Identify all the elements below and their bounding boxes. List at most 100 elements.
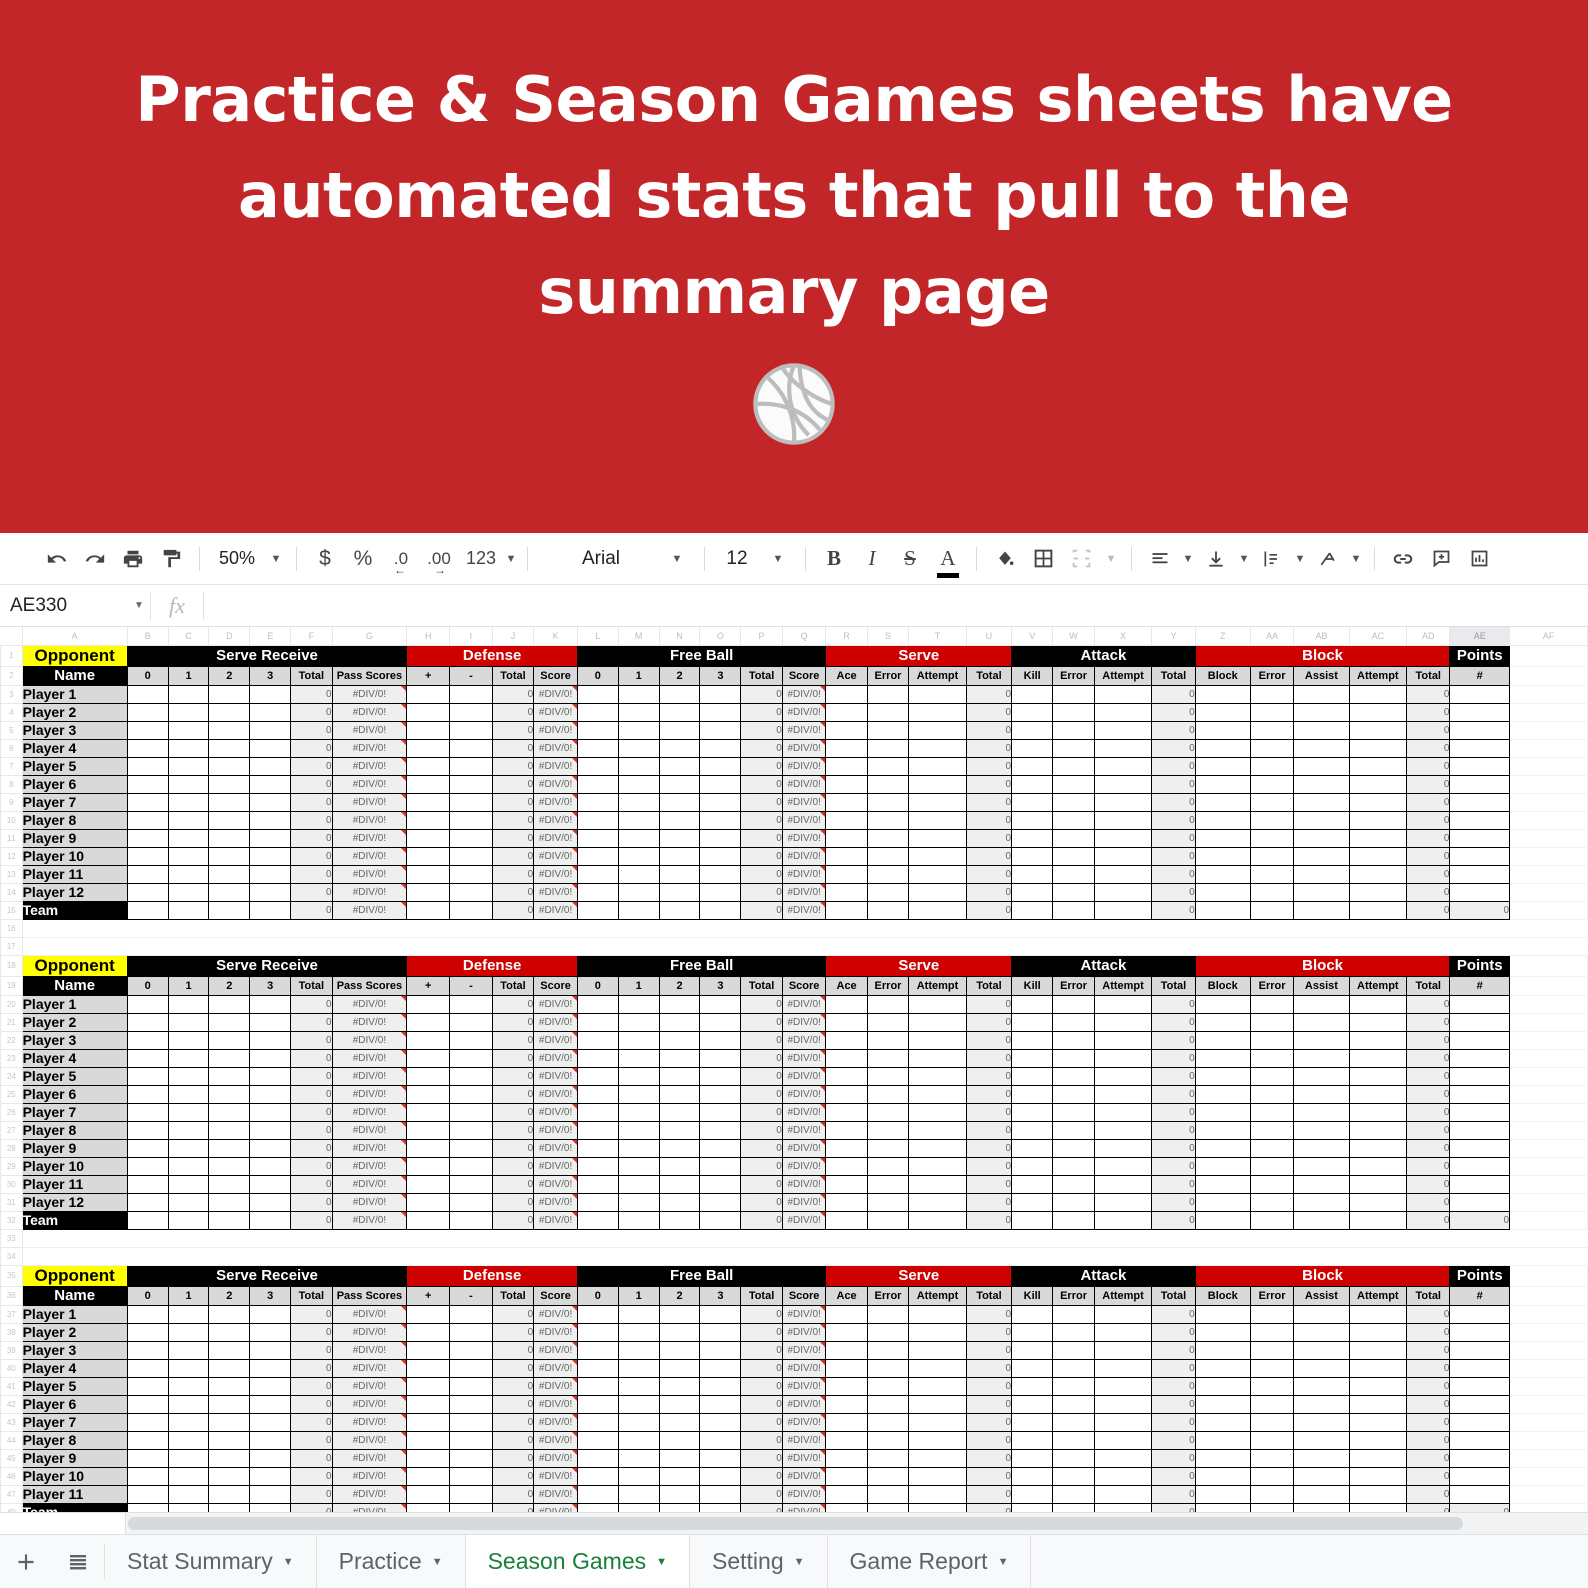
input-cell[interactable] — [866, 882, 910, 902]
input-cell[interactable] — [699, 864, 742, 884]
error-cell[interactable]: #DIV/0! — [781, 1322, 827, 1342]
sub-header-cell[interactable]: Total — [1406, 665, 1451, 686]
increase-decimal-button[interactable]: .00 → — [420, 542, 458, 577]
sub-header-cell[interactable]: 2 — [658, 665, 701, 686]
sub-header-cell[interactable]: Error — [1052, 665, 1095, 686]
input-cell[interactable] — [825, 1448, 868, 1468]
player-name-cell[interactable]: Player 9 — [21, 1448, 128, 1468]
input-cell[interactable] — [658, 756, 701, 776]
input-cell[interactable] — [1249, 1376, 1295, 1396]
input-cell[interactable] — [208, 1376, 251, 1396]
input-cell[interactable] — [825, 994, 868, 1014]
input-cell[interactable] — [699, 1210, 742, 1230]
empty-cell[interactable] — [1509, 937, 1588, 956]
sub-header-cell[interactable]: Kill — [1011, 665, 1054, 686]
row-header-34[interactable]: 34 — [0, 1246, 23, 1266]
total-cell[interactable]: 0 — [491, 720, 535, 740]
sub-header-cell[interactable]: 0 — [126, 975, 169, 996]
input-cell[interactable] — [658, 864, 701, 884]
input-cell[interactable] — [1194, 792, 1251, 812]
input-cell[interactable] — [1052, 1084, 1095, 1104]
points-cell[interactable] — [1449, 810, 1511, 830]
input-cell[interactable] — [658, 1412, 701, 1432]
sub-header-cell[interactable]: Total — [740, 975, 783, 996]
input-cell[interactable] — [126, 828, 169, 848]
input-cell[interactable] — [406, 792, 451, 812]
error-cell[interactable]: #DIV/0! — [533, 994, 578, 1014]
input-cell[interactable] — [825, 702, 868, 722]
column-header-AD[interactable]: AD — [1406, 627, 1451, 646]
empty-cell[interactable] — [1011, 1247, 1053, 1266]
sub-header-cell[interactable]: Assist — [1293, 975, 1350, 996]
total-cell[interactable]: 0 — [1151, 1466, 1196, 1486]
input-cell[interactable] — [1011, 1412, 1054, 1432]
total-cell[interactable]: 0 — [965, 1066, 1013, 1086]
input-cell[interactable] — [449, 1394, 493, 1414]
input-cell[interactable] — [167, 684, 210, 704]
input-cell[interactable] — [449, 1430, 493, 1450]
cell-outside-range[interactable] — [1509, 1211, 1588, 1230]
input-cell[interactable] — [1348, 1394, 1408, 1414]
input-cell[interactable] — [1093, 1030, 1153, 1050]
error-cell[interactable]: #DIV/0! — [331, 1138, 408, 1158]
total-cell[interactable]: 0 — [491, 1502, 535, 1512]
error-cell[interactable]: #DIV/0! — [331, 1084, 408, 1104]
input-cell[interactable] — [449, 1048, 493, 1068]
points-cell[interactable] — [1449, 864, 1511, 884]
input-cell[interactable] — [1293, 864, 1350, 884]
error-cell[interactable]: #DIV/0! — [331, 756, 408, 776]
player-name-cell[interactable]: Player 6 — [21, 1394, 128, 1414]
chevron-down-icon[interactable]: ▼ — [1347, 542, 1365, 576]
column-header-S[interactable]: S — [866, 627, 910, 646]
column-header-E[interactable]: E — [249, 627, 292, 646]
player-name-cell[interactable]: Player 12 — [21, 882, 128, 902]
input-cell[interactable] — [908, 1210, 967, 1230]
input-cell[interactable] — [699, 1066, 742, 1086]
input-cell[interactable] — [1249, 1192, 1295, 1212]
input-cell[interactable] — [208, 1048, 251, 1068]
empty-cell[interactable] — [618, 919, 660, 938]
input-cell[interactable] — [576, 1484, 619, 1504]
input-cell[interactable] — [167, 1102, 210, 1122]
input-cell[interactable] — [1348, 1502, 1408, 1512]
total-cell[interactable]: 0 — [1406, 828, 1451, 848]
total-cell[interactable]: 0 — [1406, 1066, 1451, 1086]
sub-header-cell[interactable]: 3 — [249, 1285, 292, 1306]
input-cell[interactable] — [406, 1466, 451, 1486]
input-cell[interactable] — [449, 1502, 493, 1512]
input-cell[interactable] — [449, 900, 493, 920]
input-cell[interactable] — [1194, 1192, 1251, 1212]
text-color-button[interactable]: A — [929, 542, 967, 576]
sub-header-cell[interactable]: Attempt — [1093, 1285, 1153, 1306]
input-cell[interactable] — [208, 1084, 251, 1104]
sub-header-cell[interactable]: 0 — [126, 1285, 169, 1306]
sheet-tab-practice[interactable]: Practice ▼ — [317, 1535, 466, 1588]
input-cell[interactable] — [1052, 1412, 1095, 1432]
input-cell[interactable] — [1052, 774, 1095, 794]
input-cell[interactable] — [908, 1412, 967, 1432]
input-cell[interactable] — [908, 1174, 967, 1194]
chevron-down-icon[interactable]: ▼ — [659, 542, 695, 576]
input-cell[interactable] — [126, 1412, 169, 1432]
points-cell[interactable] — [1449, 1304, 1511, 1324]
input-cell[interactable] — [1052, 846, 1095, 866]
input-cell[interactable] — [1011, 684, 1054, 704]
error-cell[interactable]: #DIV/0! — [331, 774, 408, 794]
empty-cell[interactable] — [127, 919, 169, 938]
total-cell[interactable]: 0 — [965, 1048, 1013, 1068]
points-cell[interactable] — [1449, 1484, 1511, 1504]
input-cell[interactable] — [699, 1448, 742, 1468]
empty-cell[interactable] — [127, 1247, 169, 1266]
empty-cell[interactable] — [825, 919, 868, 938]
input-cell[interactable] — [208, 1394, 251, 1414]
total-cell[interactable]: 0 — [1406, 1430, 1451, 1450]
total-cell[interactable]: 0 — [965, 1084, 1013, 1104]
empty-cell[interactable] — [1509, 919, 1588, 938]
points-cell[interactable] — [1449, 1174, 1511, 1194]
input-cell[interactable] — [126, 1048, 169, 1068]
input-cell[interactable] — [126, 702, 169, 722]
error-cell[interactable]: #DIV/0! — [533, 756, 578, 776]
sub-header-cell[interactable]: Attempt — [1093, 975, 1153, 996]
total-cell[interactable]: 0 — [740, 1322, 783, 1342]
input-cell[interactable] — [1194, 1012, 1251, 1032]
